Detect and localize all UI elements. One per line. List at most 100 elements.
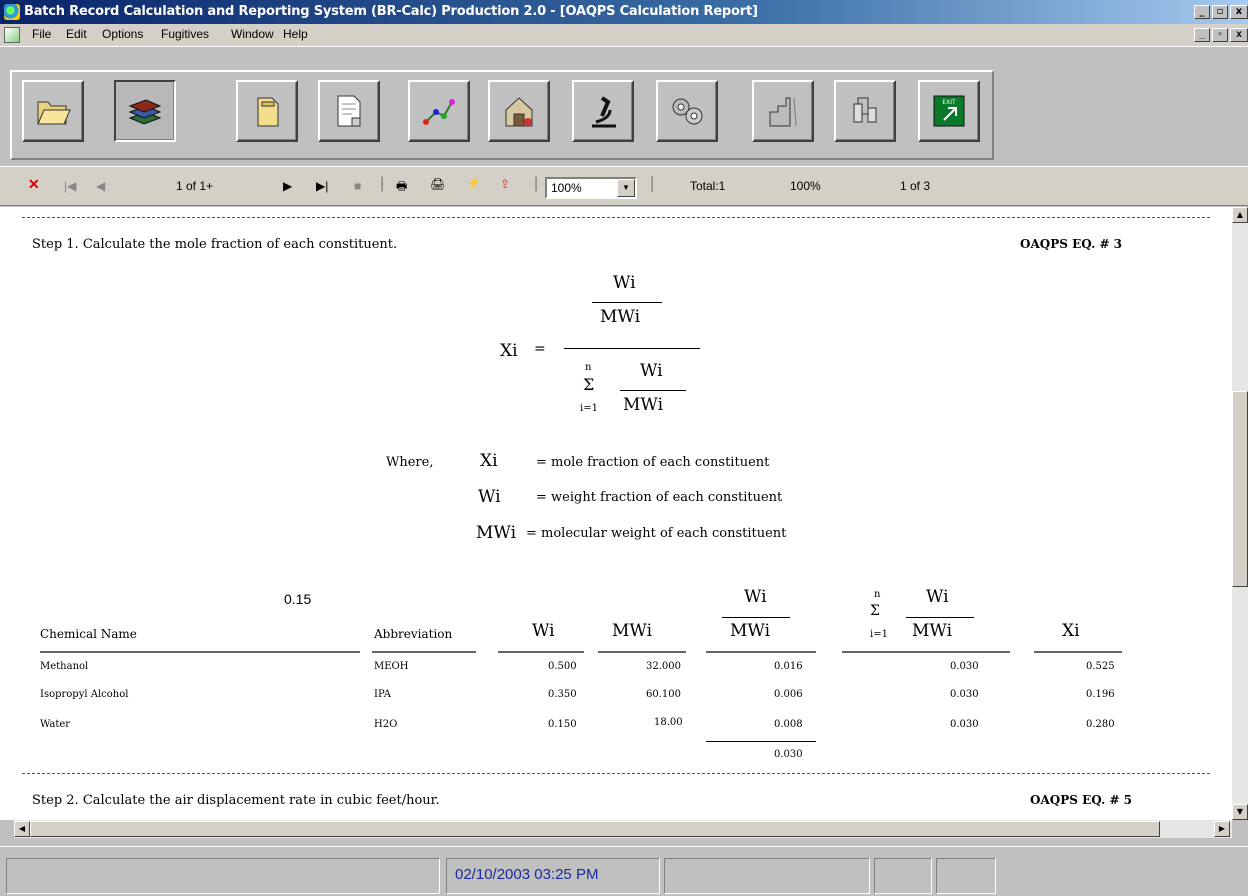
library-button[interactable] xyxy=(114,80,176,142)
def-text-mw: = molecular weight of each constituent xyxy=(526,526,787,541)
exit-label: EXIT xyxy=(942,99,956,106)
header-chemical-name: Chemical Name xyxy=(40,627,137,641)
sum-w-over-mw: 0.030 xyxy=(950,661,979,672)
mdi-restore-button[interactable]: ▫ xyxy=(1212,28,1228,42)
fraction-bar xyxy=(906,617,974,618)
analysis-button[interactable] xyxy=(572,80,634,142)
scroll-thumb[interactable] xyxy=(30,821,1160,837)
main-fraction-bar xyxy=(564,348,700,349)
mdi-minimize-button[interactable]: _ xyxy=(1194,28,1210,42)
first-page-icon[interactable]: |◀ xyxy=(64,179,76,193)
export-icon[interactable]: ⇪ xyxy=(500,177,510,191)
gears-icon xyxy=(672,98,703,125)
window-title: Batch Record Calculation and Reporting S… xyxy=(24,4,758,19)
scroll-right-icon[interactable]: ▶ xyxy=(1214,821,1230,837)
scroll-up-icon[interactable]: ▲ xyxy=(1232,207,1248,223)
stray-value: 0.15 xyxy=(284,591,312,607)
formula-denominator: MWi xyxy=(600,307,641,327)
exit-button[interactable]: EXIT xyxy=(918,80,980,142)
menu-bar: File Edit Options Fugitives Window Help … xyxy=(0,24,1248,46)
chemistry-button[interactable] xyxy=(408,80,470,142)
zoom-select[interactable]: 100% ▼ xyxy=(545,177,637,199)
document-icon xyxy=(337,95,361,127)
def-text-w: = weight fraction of each constituent xyxy=(536,490,783,505)
minimize-button[interactable]: _ xyxy=(1194,5,1210,19)
cancel-icon[interactable]: ✕ xyxy=(28,176,40,193)
page-indicator: 1 of 1+ xyxy=(176,179,214,193)
report-view: Step 1. Calculate the mole fraction of e… xyxy=(0,207,1232,820)
restore-button[interactable]: ▫ xyxy=(1212,5,1228,19)
abbreviation: IPA xyxy=(374,689,391,700)
fraction-bar xyxy=(592,302,662,303)
facility-button[interactable] xyxy=(488,80,550,142)
total-w-over-mw: 0.030 xyxy=(774,749,803,760)
formula-lhs: Xi xyxy=(500,341,518,361)
molecular-weight: 18.00 xyxy=(654,717,683,728)
separator: | xyxy=(534,175,539,192)
weight-fraction: 0.150 xyxy=(548,719,577,730)
w-over-mw: 0.016 xyxy=(774,661,803,672)
header-abbreviation: Abbreviation xyxy=(374,627,453,641)
printer-setup-icon[interactable]: 🖨 xyxy=(430,177,445,191)
menu-window[interactable]: Window xyxy=(231,27,274,41)
sum-numerator: Wi xyxy=(640,361,663,381)
separator: | xyxy=(380,175,385,192)
weight-fraction: 0.500 xyxy=(548,661,577,672)
status-panel xyxy=(936,858,996,894)
menu-help[interactable]: Help xyxy=(283,27,308,41)
step-2-text: Step 2. Calculate the air displacement r… xyxy=(32,793,440,808)
stop-icon[interactable]: ■ xyxy=(354,179,361,193)
horizontal-scrollbar[interactable]: ◀ ▶ xyxy=(14,820,1232,838)
next-page-icon[interactable]: ▶ xyxy=(283,179,292,193)
zoom-percent: 100% xyxy=(790,179,821,193)
header-wmw-den: MWi xyxy=(730,621,771,641)
lightning-export-icon[interactable]: ⚡ xyxy=(466,176,481,190)
formula-numerator: Wi xyxy=(613,273,636,293)
header-underline xyxy=(372,651,476,653)
unit-operations-button[interactable] xyxy=(834,80,896,142)
title-bar: Batch Record Calculation and Reporting S… xyxy=(0,0,1248,24)
sum-w-over-mw: 0.030 xyxy=(950,719,979,730)
status-datetime: 02/10/2003 03:25 PM xyxy=(446,858,660,894)
menu-fugitives[interactable]: Fugitives xyxy=(161,27,209,41)
vertical-scrollbar[interactable]: ▲ ▼ xyxy=(1232,207,1248,820)
equipment-settings-button[interactable] xyxy=(656,80,718,142)
mole-fraction: 0.196 xyxy=(1086,689,1115,700)
abbreviation: H2O xyxy=(374,719,398,730)
process-button[interactable] xyxy=(752,80,814,142)
chemical-name: Isopropyl Alcohol xyxy=(40,689,129,700)
fraction-bar xyxy=(722,617,790,618)
scroll-left-icon[interactable]: ◀ xyxy=(14,821,30,837)
sum-upper: n xyxy=(585,362,592,373)
status-panel xyxy=(874,858,932,894)
header-underline xyxy=(498,651,584,653)
total-records: Total:1 xyxy=(690,179,726,193)
last-page-icon[interactable]: ▶| xyxy=(316,179,328,193)
def-symbol-mw: MWi xyxy=(476,523,517,543)
print-icon[interactable]: 🖶 xyxy=(396,177,407,198)
folder-button[interactable] xyxy=(236,80,298,142)
menu-file[interactable]: File xyxy=(32,27,51,41)
open-button[interactable] xyxy=(22,80,84,142)
document-button[interactable] xyxy=(318,80,380,142)
equation-reference: OAQPS EQ. # 5 xyxy=(1030,793,1133,807)
app-icon xyxy=(4,4,20,20)
weight-fraction: 0.350 xyxy=(548,689,577,700)
document-window-icon[interactable] xyxy=(4,27,20,43)
menu-edit[interactable]: Edit xyxy=(66,27,87,41)
mole-fraction: 0.280 xyxy=(1086,719,1115,730)
def-text-x: = mole fraction of each constituent xyxy=(536,455,770,470)
where-label: Where, xyxy=(386,455,434,470)
scroll-thumb[interactable] xyxy=(1232,391,1248,587)
def-symbol-x: Xi xyxy=(480,451,498,471)
dropdown-arrow-icon[interactable]: ▼ xyxy=(617,179,635,197)
previous-page-icon[interactable]: ◀ xyxy=(96,179,105,193)
mole-fraction: 0.525 xyxy=(1086,661,1115,672)
scroll-down-icon[interactable]: ▼ xyxy=(1232,804,1248,820)
equipment-icon xyxy=(853,97,877,123)
mdi-close-button[interactable]: x xyxy=(1230,28,1248,42)
close-button[interactable]: x xyxy=(1230,5,1248,19)
formula-equals: = xyxy=(534,341,546,357)
menu-options[interactable]: Options xyxy=(102,27,143,41)
abbreviation: MEOH xyxy=(374,661,409,672)
